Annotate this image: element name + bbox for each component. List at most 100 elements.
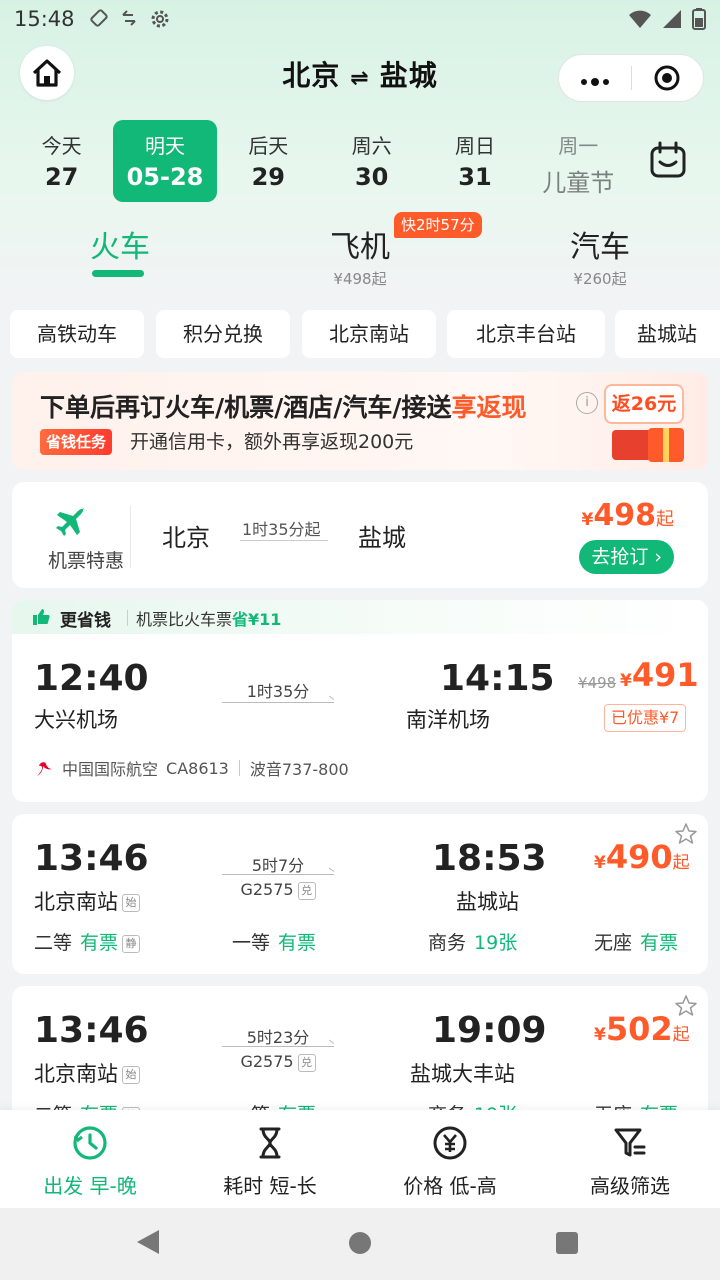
date-selector: 今天 27 明天 05-28 后天 29 周六 30 周日 31 周一 儿童节 (10, 120, 630, 202)
tab-train[interactable]: 火车 (20, 222, 220, 277)
transport-tabs: 火车 飞机 ¥498起 汽车 ¥260起 (0, 222, 720, 292)
departure-time: 12:40 (34, 658, 149, 699)
calendar-button[interactable] (648, 140, 696, 188)
arrival-time: 19:09 (432, 1010, 547, 1051)
departure-station: 大兴机场 (34, 708, 118, 732)
advanced-filter[interactable]: 高级筛选 (540, 1110, 720, 1208)
filter-icon (614, 1128, 646, 1157)
airplane-icon (56, 507, 85, 536)
chip-yancheng[interactable]: 盐城站 (615, 310, 720, 358)
home-circle-icon[interactable] (349, 1232, 371, 1254)
reward-graphic: 返26元 (604, 384, 694, 464)
hourglass-icon (259, 1127, 281, 1159)
deal-price: ¥498起 (582, 498, 674, 533)
date-item-selected[interactable]: 明天 05-28 (113, 120, 217, 202)
flight-duration: 1时35分 (246, 682, 310, 701)
grab-ticket-button[interactable]: 去抢订 › (579, 540, 674, 574)
chip-beijing-fengtai[interactable]: 北京丰台站 (447, 310, 605, 358)
cheaper-flight-card[interactable]: 更省钱 机票比火车票省¥11 12:40 大兴机场 1时35分 14:15 南洋… (12, 600, 708, 802)
arrival-station: 南洋机场 (406, 708, 490, 732)
more-button[interactable] (559, 68, 631, 88)
deal-divider (130, 506, 131, 568)
sort-by-price[interactable]: 价格 低-高 (360, 1110, 540, 1208)
date-weekday: 今天 (41, 134, 82, 158)
recent-apps-icon[interactable] (556, 1232, 578, 1254)
arrival-station: 盐城站 (456, 890, 519, 914)
origin-tag: 始 (122, 1066, 140, 1084)
origin-tag: 始 (122, 894, 140, 912)
date-item[interactable]: 周日 31 (423, 120, 526, 202)
station-name: 北京南站 (34, 1062, 118, 1086)
sort-price-label: 价格 低-高 (403, 1174, 497, 1198)
chip-high-speed[interactable]: 高铁动车 (10, 310, 144, 358)
seat-class: 商务 (428, 932, 467, 954)
back-icon[interactable] (137, 1230, 159, 1254)
promo-headline: 下单后再订火车/机票/酒店/汽车/接送享返现 (40, 388, 527, 424)
date-item[interactable]: 周六 30 (320, 120, 423, 202)
route-to: 盐城 (379, 59, 438, 92)
info-icon[interactable]: i (576, 392, 598, 414)
seat-class: 一等 (232, 932, 271, 954)
promo-text: 下单后再订火车/机票/酒店/汽车/接送 (40, 393, 452, 422)
savings-desc: 机票比火车票 (136, 610, 233, 629)
savings-text: 机票比火车票省¥11 (136, 606, 281, 630)
deal-to: 盐城 (358, 524, 406, 552)
currency: ¥ (581, 510, 594, 530)
train-card[interactable]: 13:46 北京南站始 5时7分 G2575 兑 18:53 盐城站 ¥490起 … (12, 814, 708, 974)
price-suffix: 起 (672, 853, 690, 873)
date-weekday: 周六 (351, 134, 392, 158)
redeem-tag: 兑 (297, 1053, 316, 1072)
seat-class: 二等 (34, 932, 73, 954)
status-icons (89, 8, 171, 30)
wifi-icon (629, 10, 651, 28)
date-item[interactable]: 今天 27 (10, 120, 113, 202)
date-weekday: 明天 (144, 134, 185, 158)
chip-points[interactable]: 积分兑换 (156, 310, 290, 358)
deal-label: 机票特惠 (47, 550, 124, 572)
sort-by-duration[interactable]: 耗时 短-长 (180, 1110, 360, 1208)
miniapp-capsule (558, 54, 704, 102)
gift-box-icon (648, 428, 684, 462)
deal-from: 北京 (162, 524, 210, 552)
currency: ¥ (620, 671, 632, 691)
seat-availability: 19张 (474, 932, 518, 954)
airline-divider (238, 760, 240, 776)
date-item[interactable]: 后天 29 (217, 120, 320, 202)
price-value: 498 (593, 498, 656, 533)
departure-time: 13:46 (34, 838, 149, 879)
notification-icon (89, 9, 108, 27)
swap-icon[interactable]: ⇌ (350, 66, 369, 91)
savings-title: 更省钱 (60, 611, 111, 631)
date-day: 27 (44, 163, 79, 191)
seat-availability: 有票 (640, 932, 679, 954)
system-nav-bar (0, 1208, 720, 1280)
train-price: ¥502起 (594, 1010, 690, 1048)
date-item[interactable]: 周一 儿童节 (527, 120, 630, 202)
sort-by-departure[interactable]: 出发 早-晚 (0, 1110, 180, 1208)
arrival-station: 盐城大丰站 (410, 1062, 515, 1086)
date-day: 儿童节 (542, 169, 615, 197)
flight-deal-card[interactable]: 机票特惠 北京 1时35分起 盐城 ¥498起 去抢订 › (12, 482, 708, 588)
status-time: 15:48 (14, 7, 75, 31)
date-day: 29 (251, 163, 286, 191)
quiet-tag: 静 (122, 934, 141, 953)
airline-name: 中国国际航空 (62, 760, 159, 779)
price-value: 491 (631, 656, 699, 694)
tab-active-indicator (92, 270, 144, 277)
date-day: 30 (354, 163, 389, 191)
close-miniapp-button[interactable] (632, 64, 704, 92)
battery-icon (692, 8, 706, 30)
price-suffix: 起 (656, 509, 674, 530)
tab-bus[interactable]: 汽车 ¥260起 (500, 222, 700, 289)
original-price: ¥498 (578, 674, 617, 692)
price-suffix: 起 (672, 1025, 690, 1045)
settings-icon (151, 10, 169, 28)
train-number: G2575 兑 (222, 1052, 334, 1072)
cashback-banner[interactable]: 下单后再订火车/机票/酒店/汽车/接送享返现 i 省钱任务 开通信用卡，额外再享… (12, 372, 708, 470)
sort-departure-label: 出发 早-晚 (43, 1174, 137, 1198)
seat-business: 商务 19张 (428, 928, 517, 955)
thumbs-up-icon (33, 609, 50, 625)
tab-bus-price: ¥260起 (573, 270, 627, 288)
train-no: G2575 (240, 880, 294, 899)
chip-beijing-south[interactable]: 北京南站 (302, 310, 436, 358)
